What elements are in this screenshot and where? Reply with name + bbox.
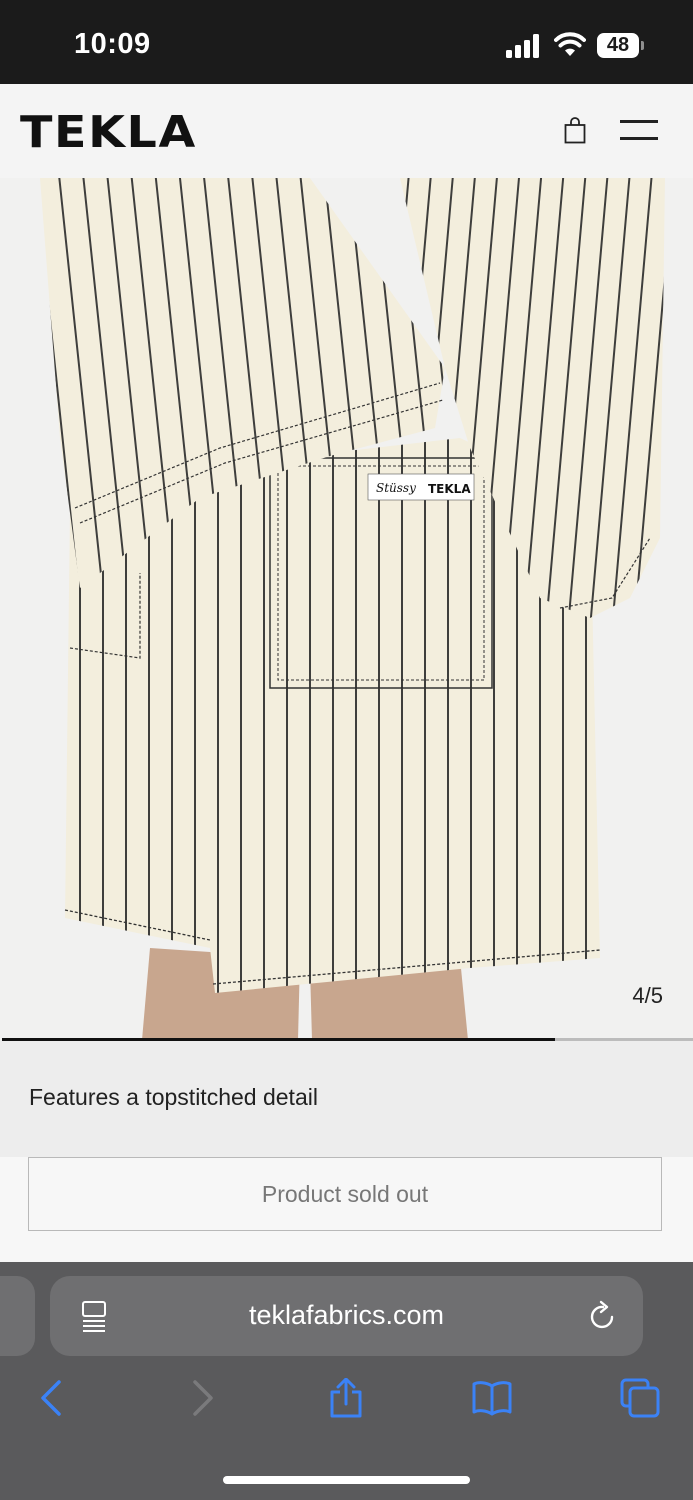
image-caption: Features a topstitched detail [29, 1084, 318, 1110]
wifi-icon [554, 32, 586, 56]
browser-toolbar: teklafabrics.com [0, 1262, 693, 1500]
product-image[interactable]: Stüssy TEKLA [0, 178, 693, 1040]
home-indicator[interactable] [223, 1476, 470, 1484]
sold-out-button[interactable]: Product sold out [28, 1157, 662, 1231]
book-icon[interactable] [472, 1378, 512, 1418]
brand-logo[interactable]: TEKLA [20, 107, 197, 158]
status-bar: 10:09 48 [0, 0, 693, 84]
url-text[interactable]: teklafabrics.com [50, 1300, 643, 1331]
chevron-left-icon[interactable] [32, 1378, 72, 1418]
hamburger-menu-icon[interactable] [620, 120, 658, 140]
share-icon[interactable] [326, 1378, 366, 1418]
product-action-bar: Product sold out [0, 1157, 693, 1262]
previous-tab-preview[interactable] [0, 1276, 35, 1356]
chevron-right-icon[interactable] [182, 1378, 222, 1418]
label-brand-1: Stüssy [376, 481, 416, 495]
status-time: 10:09 [74, 28, 151, 60]
image-slider-progress [2, 1038, 693, 1041]
site-header: TEKLA [0, 84, 693, 178]
image-slider-progress-fill [2, 1038, 555, 1041]
tabs-icon[interactable] [620, 1378, 660, 1418]
reload-icon[interactable] [588, 1300, 618, 1332]
product-photo: Stüssy TEKLA [0, 178, 693, 1040]
label-brand-2: TEKLA [428, 482, 471, 496]
address-bar[interactable]: teklafabrics.com [50, 1276, 643, 1356]
image-counter: 4/5 [632, 983, 663, 1008]
cellular-signal-icon [506, 34, 544, 58]
battery-indicator: 48 [597, 33, 644, 58]
shopping-bag-icon[interactable] [564, 116, 586, 144]
